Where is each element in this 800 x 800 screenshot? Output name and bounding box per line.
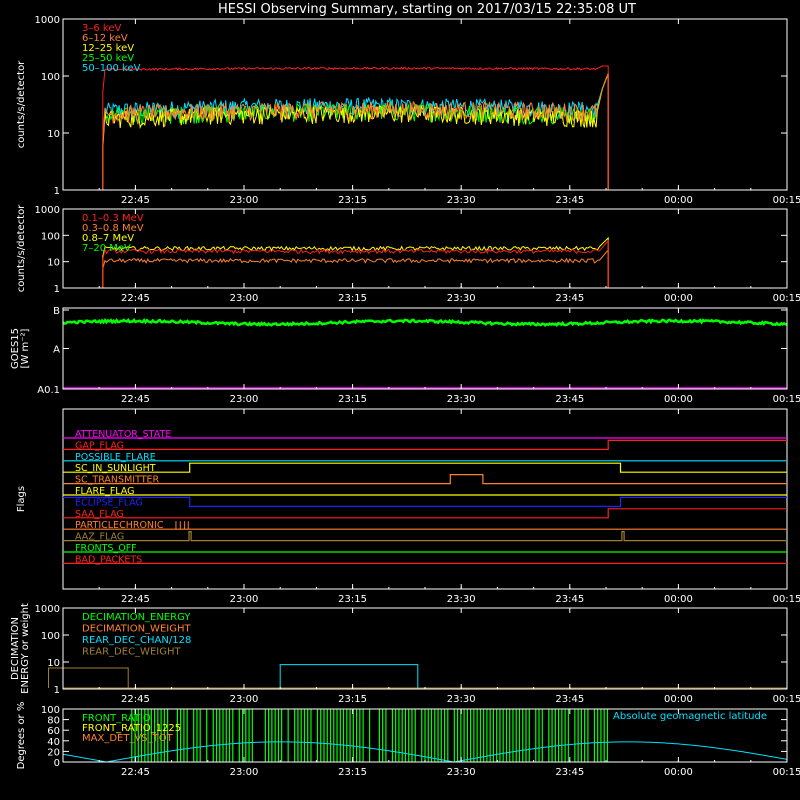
panel_decim-xtick-label: 23:00	[230, 694, 259, 705]
panel_goes-ytick-label: A	[53, 345, 60, 356]
panel_goes-xtick-label: 00:15	[773, 394, 800, 405]
flag-label: SC_TRANSMITTER	[75, 475, 160, 486]
panel_gamma-ylabel: counts/s/detector	[16, 204, 27, 292]
panel_ratio-ylabel: Degrees or %	[16, 702, 27, 770]
panel_flags-xtick-label: 00:15	[773, 594, 800, 605]
panel_goes-xtick-label: 23:30	[447, 394, 476, 405]
panel_ratio-xtick-label: 00:00	[664, 767, 693, 778]
panel_goes-ytick-label: B	[53, 306, 60, 317]
panel_xray-xtick-label: 23:30	[447, 195, 476, 206]
panel_flags-xtick-label: 00:00	[664, 594, 693, 605]
panel_decim-ylabel2: ENERGY or weight	[20, 603, 31, 694]
panel_goes-xtick-label: 22:45	[121, 394, 150, 405]
panel_decim-ytick-label: 1000	[35, 604, 60, 615]
panel_decim-legend-item: DECIMATION_WEIGHT	[82, 624, 191, 635]
panel_flags-xtick-label: 23:45	[555, 594, 584, 605]
panel_decim-ytick-label: 10	[47, 658, 60, 669]
panel_xray-xtick-label: 23:45	[555, 195, 584, 206]
panel_flags-ylabel: Flags	[16, 486, 27, 512]
panel_xray-legend-item: 50–100 keV	[82, 63, 141, 74]
panel_decim-legend-item: DECIMATION_ENERGY	[82, 612, 191, 623]
panel_ratio-ytick-label: 20	[47, 747, 60, 758]
panel_decim-xtick-label: 00:00	[664, 694, 693, 705]
panel_ratio-ytick-label: 60	[47, 726, 60, 737]
flag-label: FRONTS_OFF	[75, 543, 137, 554]
panel_gamma-ytick-label: 1	[54, 284, 60, 295]
panel_gamma-xtick-label: 00:00	[664, 293, 693, 304]
panel_ratio-xtick-label: 23:45	[555, 767, 584, 778]
panel_goes-xtick-label: 23:15	[338, 394, 367, 405]
panel_xray-xtick-label: 00:00	[664, 195, 693, 206]
flag-label: SC_IN_SUNLIGHT	[75, 463, 156, 474]
panel_flags-xtick-label: 23:30	[447, 594, 476, 605]
panel_gamma-ytick-label: 1000	[35, 205, 60, 216]
panel_gamma-xtick-label: 23:45	[555, 293, 584, 304]
panel_flags-xtick-label: 23:15	[338, 594, 367, 605]
flag-label: POSSIBLE_FLARE	[75, 452, 156, 463]
panel_gamma-xtick-label: 00:15	[773, 293, 800, 304]
panel_ratio-legend-item: MAX_DET_VS_TOT	[82, 733, 174, 744]
panel_gamma-xtick-label: 22:45	[121, 293, 150, 304]
panel_xray-xtick-label: 00:15	[773, 195, 800, 206]
panel_decim-ytick-label: 1	[54, 685, 60, 696]
panel_gamma-xtick-label: 23:15	[338, 293, 367, 304]
panel_ratio-xtick-label: 23:15	[338, 767, 367, 778]
flag-label: ECLIPSE_FLAG	[75, 497, 143, 508]
flag-label: SAA_FLAG	[75, 509, 124, 520]
flag-label: ATTENUATOR_STATE	[75, 429, 171, 440]
flag-label: GAP_FLAG	[75, 440, 124, 451]
panel_xray-ytick-label: 100	[41, 72, 60, 83]
flag-label: BAD_PACKETS	[75, 554, 142, 565]
panel_decim-xtick-label: 00:15	[773, 694, 800, 705]
latitude-annotation: Absolute geomagnetic latitude	[613, 711, 767, 722]
panel_xray-ytick-label: 1000	[35, 15, 60, 26]
observing-summary-chart: HESSI Observing Summary, starting on 201…	[0, 0, 800, 800]
panel_ratio-ytick-label: 80	[47, 716, 60, 727]
panel_xray-ytick-label: 1	[54, 186, 60, 197]
panel_flags-xtick-label: 23:00	[230, 594, 259, 605]
panel_gamma-legend-item: 7–20 MeV	[82, 243, 131, 254]
page-title: HESSI Observing Summary, starting on 201…	[218, 2, 636, 17]
panel_decim-ytick-label: 100	[41, 631, 60, 642]
panel_goes-xtick-label: 23:00	[230, 394, 259, 405]
panel_decim-xtick-label: 22:45	[121, 694, 150, 705]
panel_ratio-xtick-label: 22:45	[121, 767, 150, 778]
panel_ratio-xtick-label: 00:15	[773, 767, 800, 778]
panel_goes-ytick-label: A0.1	[37, 385, 60, 396]
panel_ratio-xtick-label: 23:00	[230, 767, 259, 778]
panel_gamma-ytick-label: 10	[47, 258, 60, 269]
panel_gamma-xtick-label: 23:30	[447, 293, 476, 304]
panel_xray-ylabel: counts/s/detector	[16, 60, 27, 148]
panel_xray-xtick-label: 23:00	[230, 195, 259, 206]
panel_decim-legend-item: REAR_DEC_WEIGHT	[82, 647, 181, 658]
panel_decim-xtick-label: 23:15	[338, 694, 367, 705]
flag-label: AAZ_FLAG	[75, 532, 124, 543]
panel_decim-xtick-label: 23:30	[447, 694, 476, 705]
panel_ratio-ytick-label: 40	[47, 737, 60, 748]
flag-label: PARTICLECHRONIC	[75, 520, 164, 531]
panel_goes-ylabel2: [W m⁻²]	[20, 328, 31, 368]
panel_flags-xtick-label: 22:45	[121, 594, 150, 605]
panel_ratio-ytick-label: 100	[41, 705, 60, 716]
panel_decim-xtick-label: 23:45	[555, 694, 584, 705]
panel_xray-xtick-label: 23:15	[338, 195, 367, 206]
panel_ratio-ytick-label: 0	[54, 758, 60, 769]
panel_xray-ytick-label: 10	[47, 129, 60, 140]
panel_gamma-ytick-label: 100	[41, 231, 60, 242]
panel_ratio-xtick-label: 23:30	[447, 767, 476, 778]
panel_xray-xtick-label: 22:45	[121, 195, 150, 206]
panel_decim-legend-item: REAR_DEC_CHAN/128	[82, 635, 191, 646]
panel_gamma-xtick-label: 23:00	[230, 293, 259, 304]
flag-label: FLARE_FLAG	[75, 486, 135, 497]
panel_goes-xtick-label: 23:45	[555, 394, 584, 405]
panel_goes-xtick-label: 00:00	[664, 394, 693, 405]
